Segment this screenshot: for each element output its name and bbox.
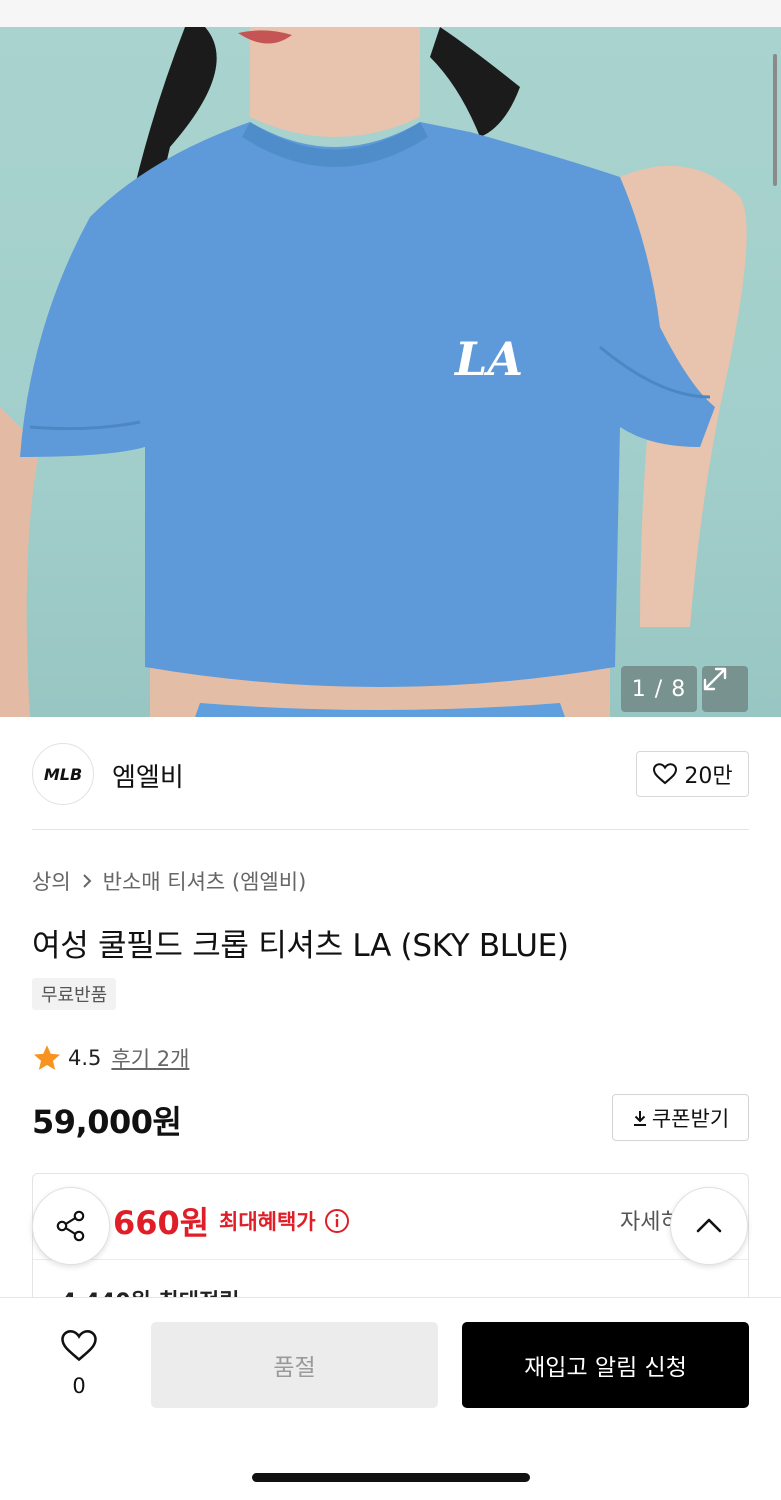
brand-logo-text: MLB	[43, 764, 83, 784]
brand-name[interactable]: 엠엘비	[112, 757, 184, 794]
scroll-indicator	[773, 54, 777, 186]
wish-button[interactable]: 0	[54, 1328, 104, 1398]
image-counter: 1 / 8	[621, 666, 697, 712]
download-icon	[633, 1110, 646, 1126]
heart-icon	[61, 1330, 97, 1362]
breadcrumb: 상의 반소매 티셔츠 (엠엘비)	[32, 866, 306, 896]
home-indicator	[252, 1473, 530, 1482]
benefit-divider	[33, 1259, 748, 1260]
soldout-button[interactable]: 품절	[151, 1322, 438, 1408]
status-strip	[0, 0, 781, 27]
info-icon[interactable]	[324, 1208, 350, 1234]
scroll-top-button[interactable]	[670, 1187, 748, 1265]
brand-logo[interactable]: MLB	[32, 743, 94, 805]
share-button[interactable]	[32, 1187, 110, 1265]
expand-image-button[interactable]	[702, 666, 748, 712]
max-benefit-price: 660원	[113, 1204, 210, 1242]
max-benefit-label: 최대혜택가	[219, 1206, 350, 1236]
wish-count: 0	[72, 1374, 86, 1398]
free-return-badge: 무료반품	[32, 978, 117, 1010]
coupon-button[interactable]: 쿠폰받기	[612, 1094, 749, 1141]
expand-icon	[703, 667, 727, 691]
divider	[32, 829, 749, 830]
product-title: 여성 쿨필드 크롭 티셔츠 LA (SKY BLUE)	[32, 928, 569, 964]
breadcrumb-category[interactable]: 상의	[32, 866, 71, 896]
brand-like-button[interactable]: 20만	[636, 751, 749, 797]
restock-notify-button[interactable]: 재입고 알림 신청	[462, 1322, 749, 1408]
reviews-link[interactable]: 후기 2개	[111, 1043, 189, 1073]
chevron-right-icon	[82, 874, 92, 888]
max-benefit-label-text: 최대혜택가	[219, 1210, 316, 1234]
rating-score: 4.5	[68, 1046, 102, 1070]
product-price: 59,000원	[32, 1103, 182, 1141]
brand-like-count: 20만	[684, 764, 733, 789]
breadcrumb-subcategory[interactable]: 반소매 티셔츠 (엠엘비)	[103, 866, 307, 896]
product-image-gallery[interactable]: LA 1 / 8	[0, 27, 781, 717]
heart-icon	[653, 763, 678, 785]
rating-row: 4.5 후기 2개	[32, 1043, 189, 1073]
share-icon	[56, 1210, 85, 1242]
chevron-up-icon	[696, 1218, 722, 1233]
brand-row[interactable]: MLB 엠엘비 20만	[32, 743, 749, 805]
bottom-action-bar: 0 품절 재입고 알림 신청	[0, 1297, 781, 1500]
coupon-label: 쿠폰받기	[651, 1106, 730, 1131]
product-photo: LA	[0, 27, 747, 717]
tshirt-la-logo: LA	[453, 332, 523, 386]
star-icon	[34, 1045, 60, 1070]
